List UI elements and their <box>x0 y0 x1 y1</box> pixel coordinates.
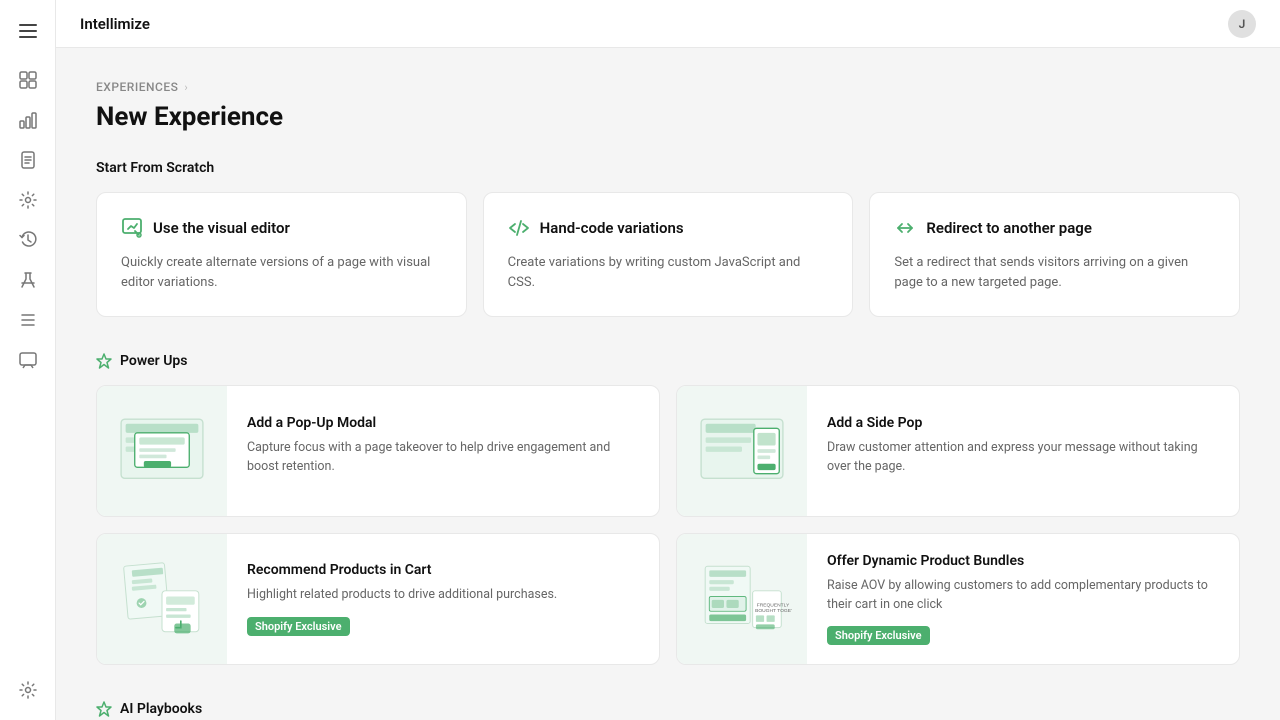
sidebar-nav <box>10 62 46 668</box>
recommend-card-body: Recommend Products in Cart Highlight rel… <box>227 544 659 654</box>
scratch-card-redirect[interactable]: Redirect to another page Set a redirect … <box>869 192 1240 317</box>
sidepop-card-body: Add a Side Pop Draw customer attention a… <box>807 397 1239 505</box>
sidebar <box>0 0 56 720</box>
power-ups-icon <box>96 353 112 369</box>
popup-card-title: Add a Pop-Up Modal <box>247 415 639 431</box>
sidepop-card-image <box>677 386 807 516</box>
scratch-card-header-redirect: Redirect to another page <box>894 217 1215 239</box>
sidebar-item-messages[interactable] <box>10 342 46 378</box>
brand-name: Intellimize <box>80 15 150 33</box>
sidebar-item-history[interactable] <box>10 222 46 258</box>
bundles-card-body: Offer Dynamic Product Bundles Raise AOV … <box>807 535 1239 664</box>
popup-card-body: Add a Pop-Up Modal Capture focus with a … <box>227 397 659 505</box>
main-content: EXPERIENCES › New Experience Start From … <box>56 48 1280 720</box>
sidebar-item-segments[interactable] <box>10 302 46 338</box>
scratch-card-header-visual: Use the visual editor <box>121 217 442 239</box>
sidebar-bottom-nav <box>10 672 46 708</box>
power-card-popup[interactable]: Add a Pop-Up Modal Capture focus with a … <box>96 385 660 517</box>
bundles-card-image: FREQUENTLY BOUGHT TOGETHER <box>677 534 807 664</box>
popup-card-desc: Capture focus with a page takeover to he… <box>247 439 639 477</box>
power-ups-title: Power Ups <box>120 353 187 369</box>
popup-card-image <box>97 386 227 516</box>
breadcrumb: EXPERIENCES › <box>96 80 1240 94</box>
scratch-card-title-code: Hand-code variations <box>540 219 684 237</box>
scratch-card-header-code: Hand-code variations <box>508 217 829 239</box>
visual-editor-icon <box>121 217 143 239</box>
code-icon <box>508 217 530 239</box>
breadcrumb-parent[interactable]: EXPERIENCES <box>96 80 178 94</box>
shopify-badge-bundles: Shopify Exclusive <box>827 626 930 645</box>
scratch-card-hand-code[interactable]: Hand-code variations Create variations b… <box>483 192 854 317</box>
scratch-card-desc-redirect: Set a redirect that sends visitors arriv… <box>894 253 1215 292</box>
sidebar-item-reports[interactable] <box>10 142 46 178</box>
sidebar-item-analytics[interactable] <box>10 102 46 138</box>
sidebar-item-dashboard[interactable] <box>10 62 46 98</box>
avatar[interactable]: J <box>1228 10 1256 38</box>
power-card-bundles[interactable]: FREQUENTLY BOUGHT TOGETHER Offer Dynamic… <box>676 533 1240 665</box>
recommend-card-desc: Highlight related products to drive addi… <box>247 586 639 605</box>
scratch-card-title-redirect: Redirect to another page <box>926 219 1092 237</box>
power-ups-header: Power Ups <box>96 353 1240 369</box>
power-cards-container: Add a Pop-Up Modal Capture focus with a … <box>96 385 1240 665</box>
sidepop-card-desc: Draw customer attention and express your… <box>827 439 1219 477</box>
scratch-card-title-visual: Use the visual editor <box>153 219 290 237</box>
bundles-card-title: Offer Dynamic Product Bundles <box>827 553 1219 569</box>
ai-playbooks-header: AI Playbooks <box>96 701 1240 717</box>
recommend-card-title: Recommend Products in Cart <box>247 562 639 578</box>
scratch-section-title: Start From Scratch <box>96 160 1240 176</box>
ai-playbooks-title: AI Playbooks <box>120 701 202 717</box>
breadcrumb-separator: › <box>184 81 187 94</box>
scratch-cards-container: Use the visual editor Quickly create alt… <box>96 192 1240 317</box>
recommend-card-image <box>97 534 227 664</box>
power-card-sidepop[interactable]: Add a Side Pop Draw customer attention a… <box>676 385 1240 517</box>
redirect-icon <box>894 217 916 239</box>
sidebar-item-experiments[interactable] <box>10 262 46 298</box>
scratch-card-desc-code: Create variations by writing custom Java… <box>508 253 829 292</box>
sidebar-item-gear[interactable] <box>10 182 46 218</box>
svg-text:BOUGHT TOGETHER: BOUGHT TOGETHER <box>755 608 792 614</box>
scratch-card-desc-visual: Quickly create alternate versions of a p… <box>121 253 442 292</box>
topbar: Intellimize J <box>56 0 1280 48</box>
shopify-badge-recommend: Shopify Exclusive <box>247 617 350 636</box>
menu-toggle[interactable] <box>0 12 55 50</box>
power-card-recommend[interactable]: Recommend Products in Cart Highlight rel… <box>96 533 660 665</box>
svg-text:FREQUENTLY: FREQUENTLY <box>757 602 790 608</box>
page-title: New Experience <box>96 102 1240 132</box>
scratch-card-visual-editor[interactable]: Use the visual editor Quickly create alt… <box>96 192 467 317</box>
bundles-card-desc: Raise AOV by allowing customers to add c… <box>827 577 1219 615</box>
sidebar-item-settings[interactable] <box>10 672 46 708</box>
ai-playbooks-icon <box>96 701 112 717</box>
sidepop-card-title: Add a Side Pop <box>827 415 1219 431</box>
